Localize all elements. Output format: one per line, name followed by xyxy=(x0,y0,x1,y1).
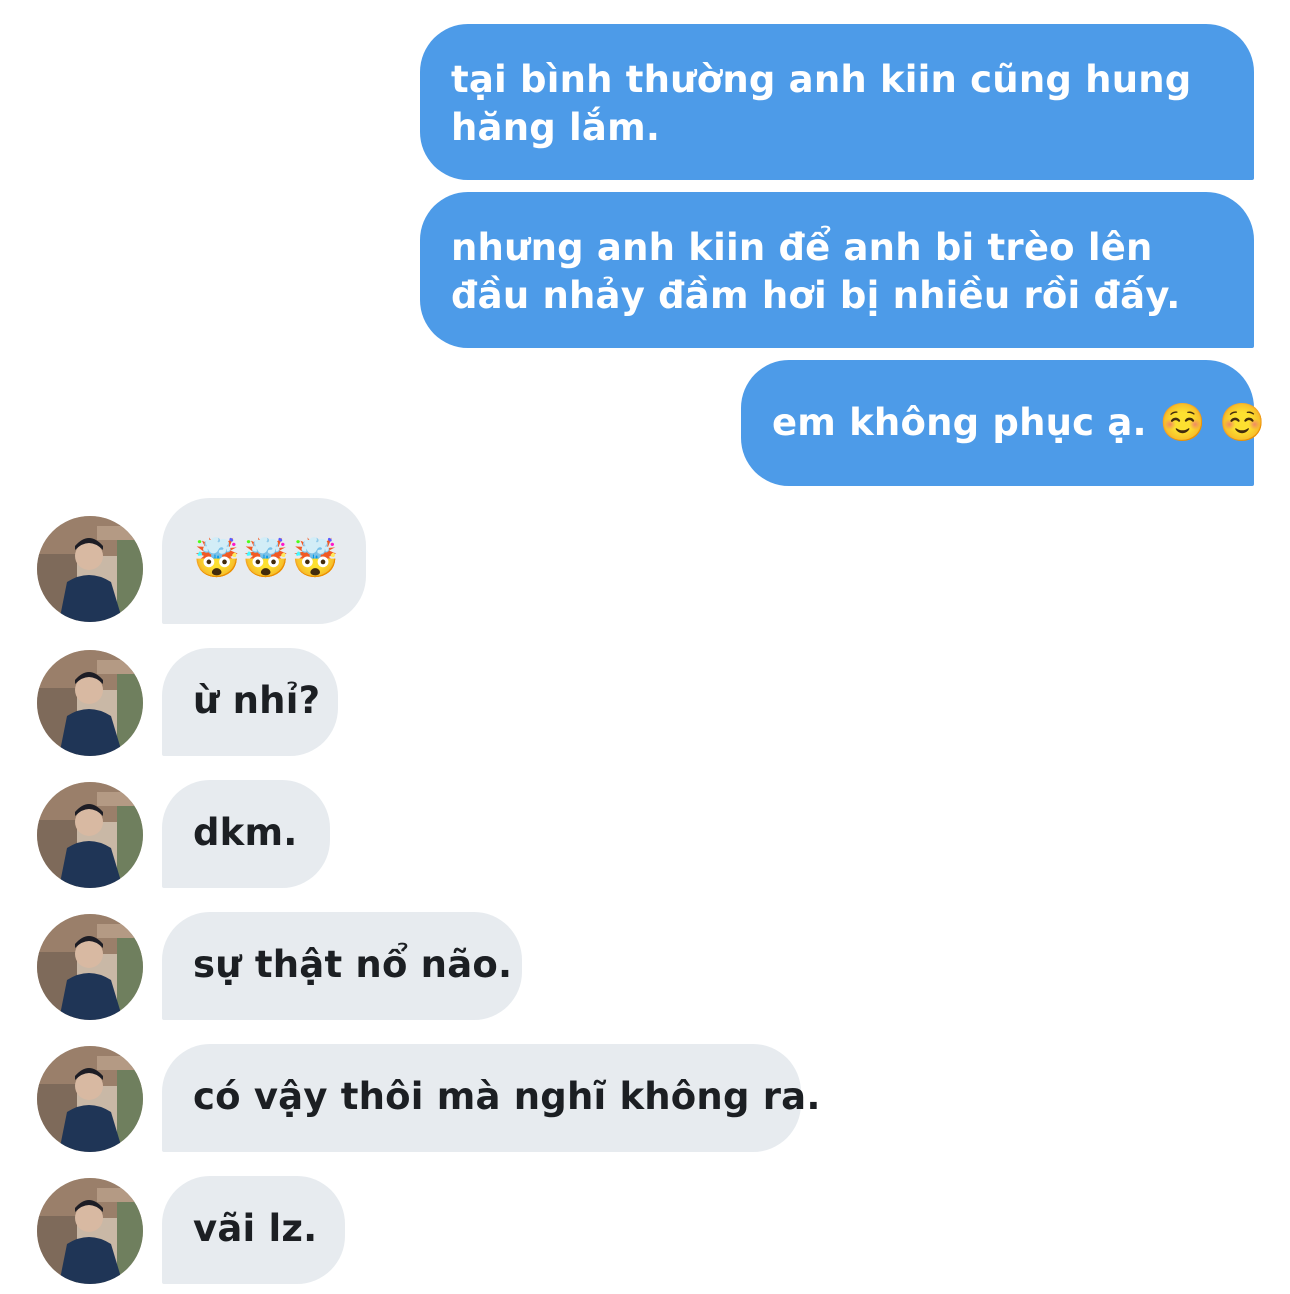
message-text: em không phục ạ. ☺️ ☺️ xyxy=(772,401,1266,444)
message-text: nhưng anh kiin để anh bi trèo lên đầu nh… xyxy=(451,226,1181,317)
incoming-message[interactable]: dkm. xyxy=(162,780,330,888)
incoming-message[interactable]: 🤯🤯🤯 xyxy=(162,498,366,624)
contact-photo-avatar-icon xyxy=(37,650,143,756)
incoming-message-row: có vậy thôi mà nghĩ không ra. xyxy=(0,1044,1290,1152)
incoming-message-row: vãi lz. xyxy=(0,1176,1290,1284)
message-text: sự thật nổ não. xyxy=(193,943,513,986)
contact-avatar[interactable] xyxy=(37,650,143,756)
contact-photo-avatar-icon xyxy=(37,1046,143,1152)
contact-avatar[interactable] xyxy=(37,1046,143,1152)
outgoing-message[interactable]: em không phục ạ. ☺️ ☺️ xyxy=(741,360,1265,486)
incoming-message-row: ừ nhỉ? xyxy=(0,648,1290,756)
message-text: 🤯🤯🤯 xyxy=(193,536,341,580)
contact-avatar[interactable] xyxy=(37,516,143,622)
outgoing-message[interactable]: nhưng anh kiin để anh bi trèo lên đầu nh… xyxy=(420,192,1254,348)
outgoing-message[interactable]: tại bình thường anh kiin cũng hung hăng … xyxy=(420,24,1254,180)
message-text: ừ nhỉ? xyxy=(193,679,321,722)
incoming-message-row: dkm. xyxy=(0,780,1290,888)
message-text: vãi lz. xyxy=(193,1207,318,1250)
contact-photo-avatar-icon xyxy=(37,782,143,888)
message-text: có vậy thôi mà nghĩ không ra. xyxy=(193,1075,821,1118)
contact-photo-avatar-icon xyxy=(37,914,143,1020)
incoming-message[interactable]: có vậy thôi mà nghĩ không ra. xyxy=(162,1044,820,1152)
contact-avatar[interactable] xyxy=(37,1178,143,1284)
incoming-message-row: sự thật nổ não. xyxy=(0,912,1290,1020)
incoming-message[interactable]: ừ nhỉ? xyxy=(162,648,338,756)
incoming-message-row: 🤯🤯🤯 xyxy=(0,498,1290,624)
contact-avatar[interactable] xyxy=(37,914,143,1020)
incoming-message[interactable]: sự thật nổ não. xyxy=(162,912,522,1020)
contact-photo-avatar-icon xyxy=(37,516,143,622)
incoming-message[interactable]: vãi lz. xyxy=(162,1176,345,1284)
message-text: tại bình thường anh kiin cũng hung hăng … xyxy=(451,58,1192,149)
contact-photo-avatar-icon xyxy=(37,1178,143,1284)
contact-avatar[interactable] xyxy=(37,782,143,888)
message-text: dkm. xyxy=(193,811,298,854)
